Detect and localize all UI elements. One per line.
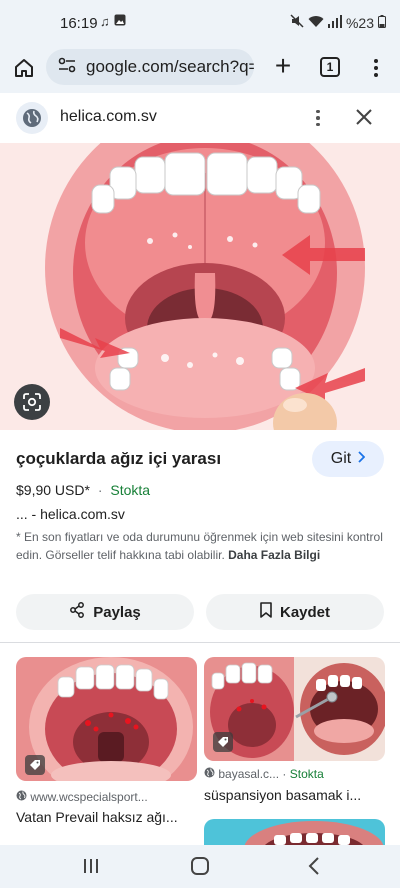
battery-icon [378,14,386,31]
new-tab-icon[interactable]: + [268,52,298,82]
battery-level: %23 [345,14,374,31]
globe-icon [16,790,30,804]
related-source-2[interactable]: bayasal.c... · Stokta [204,767,324,781]
related-source-1[interactable]: www.wcspecialsport... [16,790,148,804]
close-icon[interactable] [352,105,376,129]
signal-icon [327,14,342,31]
disclaimer-text: * En son fiyatları ve oda durumunu öğren… [16,530,383,562]
status-bar: 16:19 ♫ %23 [0,0,400,46]
system-icons: %23 [290,14,386,31]
recent-apps-icon[interactable] [82,857,100,875]
learn-more-link[interactable]: Daha Fazla Bilgi [228,548,320,562]
image-icon [114,14,126,29]
system-nav-bar [0,845,400,888]
more-options-icon[interactable] [310,105,326,131]
home-icon[interactable] [10,54,38,82]
separator: · [97,482,103,498]
divider [0,642,400,643]
browser-toolbar: google.com/search?q= + 1 [0,46,400,93]
product-source[interactable]: ... - helica.com.sv [16,506,125,522]
notification-icons: ♫ [100,14,126,29]
site-header: helica.com.sv [0,93,400,143]
chevron-right-icon [357,450,366,468]
product-title: çoçuklarda ağız içi yarası [16,449,222,468]
share-label: Paylaş [93,603,141,621]
url-text[interactable]: google.com/search?q= [86,57,254,77]
status-time: 16:19 [60,15,98,32]
back-icon[interactable] [306,856,324,876]
visit-button-label: Git [330,450,352,467]
music-note-icon: ♫ [100,14,110,29]
visit-button[interactable]: Git [312,441,384,477]
browser-menu-icon[interactable] [366,54,386,82]
price-row: $9,90 USD* · Stokta [16,482,150,498]
related-title-2[interactable]: süspansiyon basamak i... [204,787,361,803]
mute-icon [290,14,304,31]
share-icon [69,602,85,622]
site-settings-icon[interactable] [58,57,76,78]
price-tag-icon [25,755,45,775]
address-bar[interactable]: google.com/search?q= [46,49,254,85]
site-name[interactable]: helica.com.sv [60,108,157,126]
save-label: Kaydet [279,603,331,621]
related-title-1[interactable]: Vatan Prevail haksız ağı... [16,809,178,825]
save-button[interactable]: Kaydet [206,594,384,630]
disclaimer: * En son fiyatları ve oda durumunu öğren… [16,528,386,564]
price-tag-icon [213,732,233,752]
tab-switcher-button[interactable]: 1 [320,57,340,77]
google-lens-icon[interactable] [14,384,50,420]
price: $9,90 USD* [16,482,90,498]
globe-icon [204,767,218,781]
wifi-icon [308,15,324,31]
stock-status: Stokta [110,482,151,498]
share-button[interactable]: Paylaş [16,594,194,630]
globe-icon [16,102,48,134]
bookmark-icon [260,602,272,622]
home-nav-icon[interactable] [191,857,209,875]
product-image[interactable] [0,143,400,430]
